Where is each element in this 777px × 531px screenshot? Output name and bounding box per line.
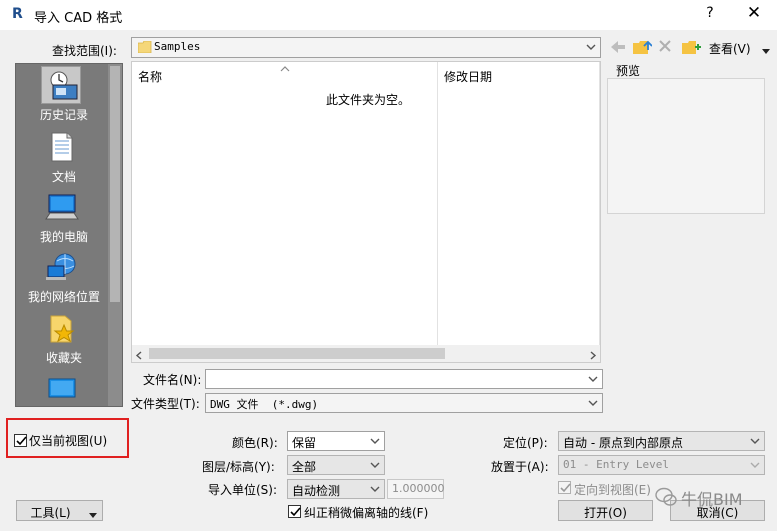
chevron-down-icon[interactable] bbox=[369, 435, 381, 447]
empty-folder-message: 此文件夹为空。 bbox=[326, 93, 411, 107]
places-scrollbar-thumb[interactable] bbox=[110, 66, 120, 302]
window-title: 导入 CAD 格式 bbox=[34, 11, 123, 26]
new-folder-icon[interactable] bbox=[681, 38, 701, 56]
computer-icon bbox=[45, 192, 79, 222]
title-bar: R 导入 CAD 格式 ? ✕ bbox=[0, 0, 777, 30]
preview-pane bbox=[607, 78, 765, 214]
delete-icon[interactable] bbox=[657, 38, 673, 54]
place-at-select[interactable]: 01 - Entry Level bbox=[558, 455, 765, 475]
positioning-select[interactable]: 自动 - 原点到内部原点 bbox=[558, 431, 765, 451]
favorites-icon bbox=[45, 313, 79, 343]
sort-up-icon bbox=[280, 62, 290, 72]
current-view-only-label[interactable]: 仅当前视图(U) bbox=[29, 432, 107, 449]
colors-label: 颜色(R): bbox=[232, 436, 278, 450]
positioning-value: 自动 - 原点到内部原点 bbox=[563, 436, 683, 450]
open-button-label: 打开(O) bbox=[584, 506, 627, 520]
place-network[interactable]: 我的网络位置 bbox=[16, 246, 122, 306]
place-network-label: 我的网络位置 bbox=[27, 290, 100, 304]
column-header-modified[interactable]: 修改日期 bbox=[444, 68, 492, 85]
column-separator bbox=[599, 62, 600, 346]
place-at-label: 放置于(A): bbox=[491, 460, 549, 474]
open-button[interactable]: 打开(O) bbox=[558, 500, 653, 521]
layers-label: 图层/标高(Y): bbox=[202, 460, 275, 474]
close-button[interactable]: ✕ bbox=[742, 3, 766, 23]
units-value: 自动检测 bbox=[292, 484, 341, 498]
colors-value: 保留 bbox=[292, 436, 317, 450]
up-folder-icon[interactable] bbox=[632, 38, 653, 56]
scroll-left-icon[interactable] bbox=[135, 349, 143, 360]
place-computer[interactable]: 我的电脑 bbox=[16, 186, 122, 246]
place-desktop[interactable] bbox=[16, 367, 122, 406]
horizontal-scrollbar-thumb[interactable] bbox=[149, 348, 445, 359]
chevron-down-icon[interactable] bbox=[749, 435, 761, 447]
units-scale-input[interactable]: 1.000000 bbox=[387, 479, 445, 499]
place-documents-label: 文档 bbox=[51, 170, 76, 184]
place-documents[interactable]: 文档 bbox=[16, 126, 122, 186]
help-button[interactable]: ? bbox=[700, 5, 720, 21]
column-header-name[interactable]: 名称 bbox=[138, 68, 162, 85]
place-history-label: 历史记录 bbox=[39, 108, 88, 122]
folder-icon bbox=[137, 40, 152, 54]
positioning-label: 定位(P): bbox=[503, 436, 548, 450]
places-scrollbar[interactable] bbox=[108, 64, 122, 406]
history-icon bbox=[45, 70, 79, 100]
lookin-combo[interactable]: Samples bbox=[131, 37, 601, 58]
place-at-value: 01 - Entry Level bbox=[563, 458, 669, 471]
chevron-down-icon[interactable] bbox=[369, 459, 381, 471]
filename-input[interactable] bbox=[205, 369, 603, 389]
layers-value: 全部 bbox=[292, 460, 317, 474]
tools-button-label: 工具(L) bbox=[30, 506, 71, 520]
file-list[interactable]: 名称 修改日期 此文件夹为空。 bbox=[131, 61, 601, 363]
scroll-right-icon[interactable] bbox=[589, 349, 597, 360]
lookin-label: 查找范围(I): bbox=[52, 44, 117, 58]
filename-label: 文件名(N): bbox=[143, 373, 202, 387]
column-separator bbox=[437, 62, 438, 346]
chevron-down-icon[interactable] bbox=[587, 373, 599, 385]
lookin-value: Samples bbox=[154, 40, 201, 53]
tools-chevron-icon bbox=[89, 508, 97, 518]
tools-button[interactable]: 工具(L) bbox=[16, 500, 103, 521]
place-computer-label: 我的电脑 bbox=[39, 230, 88, 244]
units-label: 导入单位(S): bbox=[208, 483, 278, 497]
chevron-down-icon[interactable] bbox=[749, 459, 761, 471]
wechat-logo-icon bbox=[655, 487, 677, 507]
place-favorites-label: 收藏夹 bbox=[45, 351, 82, 365]
current-view-only-checkbox[interactable] bbox=[14, 434, 27, 447]
preview-label: 预览 bbox=[616, 64, 641, 78]
places-bar: 历史记录 文档 我的电脑 我的网络位置 收藏夹 bbox=[15, 63, 123, 407]
chevron-down-icon bbox=[585, 41, 597, 53]
units-select[interactable]: 自动检测 bbox=[287, 479, 385, 499]
place-history[interactable]: 历史记录 bbox=[16, 64, 122, 124]
chevron-down-icon[interactable] bbox=[369, 483, 381, 495]
filetype-label: 文件类型(T): bbox=[131, 397, 200, 411]
back-arrow-icon[interactable] bbox=[609, 38, 627, 56]
network-icon bbox=[45, 252, 79, 282]
desktop-icon bbox=[45, 373, 79, 403]
view-menu-chevron-icon[interactable] bbox=[762, 44, 770, 54]
revit-app-icon: R bbox=[12, 6, 23, 22]
orient-to-view-label[interactable]: 定向到视图(E) bbox=[574, 481, 651, 498]
chevron-down-icon[interactable] bbox=[587, 397, 599, 409]
watermark-text: 牛侃BIM bbox=[681, 490, 743, 509]
correct-lines-checkbox[interactable] bbox=[288, 505, 301, 518]
layers-select[interactable]: 全部 bbox=[287, 455, 385, 475]
view-menu[interactable]: 查看(V) bbox=[709, 40, 751, 57]
orient-to-view-checkbox[interactable] bbox=[558, 481, 571, 494]
horizontal-scrollbar[interactable] bbox=[132, 345, 600, 362]
filetype-select[interactable]: DWG 文件 (*.dwg) bbox=[205, 393, 603, 413]
place-favorites[interactable]: 收藏夹 bbox=[16, 307, 122, 367]
colors-select[interactable]: 保留 bbox=[287, 431, 385, 451]
correct-lines-label[interactable]: 纠正稍微偏离轴的线(F) bbox=[304, 504, 428, 521]
filetype-value: DWG 文件 (*.dwg) bbox=[210, 398, 319, 411]
units-scale-value: 1.000000 bbox=[392, 482, 445, 495]
document-icon bbox=[45, 132, 79, 162]
